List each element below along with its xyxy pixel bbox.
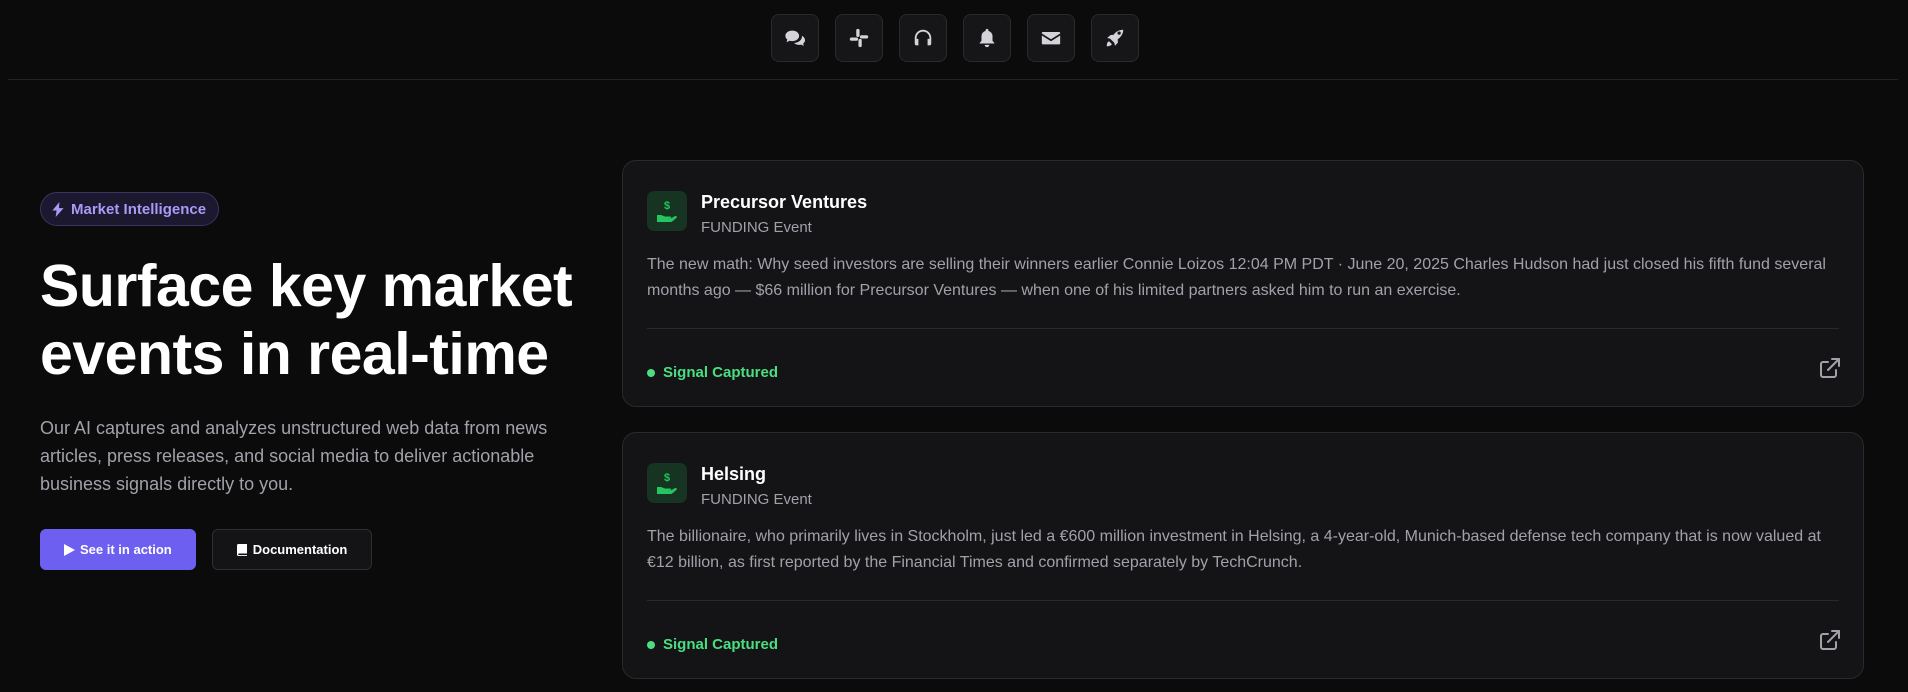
rocket-icon <box>1106 29 1124 47</box>
status-dot <box>647 368 655 377</box>
signal-status-label: Signal Captured <box>663 364 779 381</box>
hero-section: Market Intelligence Surface key market e… <box>40 192 600 570</box>
hero-actions: See it in action Documentation <box>40 529 600 570</box>
slack-icon <box>849 28 869 48</box>
funding-icon: $ <box>647 463 687 503</box>
lightning-icon <box>52 201 64 217</box>
card-divider <box>647 600 1839 601</box>
event-company: Precursor Ventures <box>701 192 868 212</box>
chat-icon <box>785 30 805 46</box>
hero-title: Surface key market events in real-time <box>40 253 573 387</box>
status-dot <box>647 640 655 649</box>
event-type: FUNDING Event <box>701 491 812 508</box>
see-it-in-action-button[interactable]: See it in action <box>40 529 196 570</box>
slack-button[interactable] <box>835 14 883 62</box>
notifications-button[interactable] <box>963 14 1011 62</box>
documentation-button[interactable]: Documentation <box>211 529 373 570</box>
signal-status: Signal Captured <box>647 364 778 381</box>
market-intelligence-badge: Market Intelligence <box>40 192 220 226</box>
funding-icon: $ <box>647 191 687 231</box>
event-type: FUNDING Event <box>701 219 812 236</box>
support-button[interactable] <box>899 14 947 62</box>
event-card: $ Precursor Ventures FUNDING Event The n… <box>622 160 1864 407</box>
event-summary: The billionaire, who primarily lives in … <box>647 528 1821 571</box>
external-link-icon[interactable] <box>1819 357 1841 379</box>
hero-description: Our AI captures and analyzes unstructure… <box>40 418 548 494</box>
book-icon <box>236 543 247 556</box>
bell-icon <box>979 28 995 48</box>
card-divider <box>647 328 1839 329</box>
play-icon <box>64 543 75 556</box>
badge-label: Market Intelligence <box>71 200 207 218</box>
see-it-in-action-label: See it in action <box>80 542 172 557</box>
documentation-label: Documentation <box>252 542 348 557</box>
external-link-icon[interactable] <box>1819 629 1841 651</box>
event-card: $ Helsing FUNDING Event The billionaire,… <box>622 432 1864 679</box>
event-card-header: $ Helsing FUNDING Event <box>647 463 812 508</box>
event-company: Helsing <box>701 464 767 484</box>
envelope-icon <box>1041 32 1061 45</box>
signal-status-label: Signal Captured <box>663 636 779 653</box>
signal-status: Signal Captured <box>647 636 778 653</box>
svg-text:$: $ <box>664 472 670 484</box>
event-summary: The new math: Why seed investors are sel… <box>647 256 1826 299</box>
event-card-header: $ Precursor Ventures FUNDING Event <box>647 191 867 236</box>
chat-button[interactable] <box>771 14 819 62</box>
launch-button[interactable] <box>1091 14 1139 62</box>
email-button[interactable] <box>1027 14 1075 62</box>
integration-icons <box>771 14 1139 62</box>
top-bar <box>8 0 1898 80</box>
headphones-icon <box>914 29 932 46</box>
svg-text:$: $ <box>664 200 670 212</box>
